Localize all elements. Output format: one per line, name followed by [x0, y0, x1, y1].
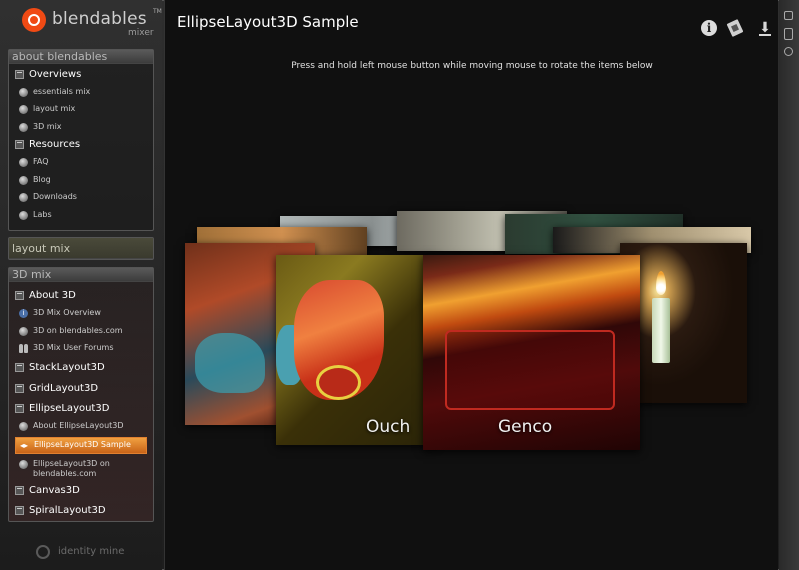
sidebar-item-stacklayout3d[interactable]: StackLayout3D [9, 360, 153, 377]
sidebar-item-label: EllipseLayout3D on [33, 459, 110, 468]
sidebar-item-ellipselayout3d[interactable]: EllipseLayout3D [9, 401, 153, 418]
sidebar-item-label: essentials mix [33, 86, 91, 96]
sidebar-item-about-3d[interactable]: About 3D [9, 288, 153, 305]
main-content: iday Ouch Genco EllipseLayout3D Sample i… [164, 0, 778, 570]
folder-icon [15, 140, 24, 150]
card-image-detail [195, 333, 265, 393]
globe-icon [19, 175, 28, 185]
about-panel: about blendables Overviews essentials mix… [8, 49, 154, 231]
sidebar-item-essentials-mix[interactable]: essentials mix [9, 85, 153, 102]
sidebar-item-label-line2: blendables.com [33, 469, 97, 478]
minimize-icon[interactable] [784, 11, 793, 20]
maximize-icon[interactable] [784, 28, 793, 40]
layout-mix-panel-header[interactable]: layout mix [9, 238, 153, 259]
candle-flame [656, 271, 666, 295]
folder-icon [15, 363, 24, 372]
carousel-card-ouch[interactable]: Ouch [276, 255, 436, 445]
globe-icon [19, 422, 28, 431]
logo-trademark: TM [153, 8, 162, 15]
globe-icon [19, 327, 28, 336]
footer-brand: identity mine [58, 546, 125, 557]
sidebar-item-label: layout mix [33, 104, 76, 114]
sidebar-item-3d-mix[interactable]: 3D mix [9, 120, 153, 137]
close-icon[interactable] [784, 47, 793, 56]
instruction-text: Press and hold left mouse button while m… [291, 61, 653, 71]
card-image-detail [316, 365, 361, 400]
about-panel-header[interactable]: about blendables [9, 50, 153, 64]
globe-icon [19, 105, 28, 115]
sidebar-item-label: 3D Mix Overview [33, 308, 101, 317]
sidebar-item-resources[interactable]: Resources [9, 137, 153, 154]
sidebar-item-labs[interactable]: Labs [9, 208, 153, 225]
carousel-card-genco[interactable]: Genco [423, 255, 640, 450]
info-icon: i [19, 309, 28, 318]
sidebar-item-label: FAQ [33, 157, 49, 166]
folder-icon [15, 70, 24, 79]
sidebar-item-label: Labs [33, 209, 52, 219]
sidebar-item-gridlayout3d[interactable]: GridLayout3D [9, 381, 153, 398]
sidebar-item-blog[interactable]: Blog [9, 173, 153, 190]
sidebar-item-label: GridLayout3D [29, 383, 99, 394]
sidebar-item-canvas3d[interactable]: Canvas3D [9, 483, 153, 500]
globe-icon [19, 460, 28, 469]
logo-text: blendables [52, 9, 147, 29]
globe-icon [19, 210, 28, 220]
sidebar-item-label: Blog [33, 174, 51, 184]
carousel-card-label: Ouch [366, 417, 411, 437]
logo-subtitle: mixer [128, 28, 154, 38]
carousel-card-label: Genco [498, 417, 553, 437]
info-button[interactable]: i [701, 20, 717, 36]
sidebar-item-ellipselayout3d-sample[interactable]: ◂▸ EllipseLayout3D Sample [15, 437, 147, 454]
layout-mix-panel: layout mix [8, 237, 154, 260]
candle [652, 298, 670, 363]
sidebar-item-label: 3D mix [33, 121, 62, 131]
globe-icon [19, 122, 28, 132]
sidebar-item-label: Downloads [33, 192, 77, 202]
neon-sign-image [445, 330, 615, 410]
sidebar-item-label: Resources [29, 139, 81, 151]
sidebar-item-faq[interactable]: FAQ [9, 155, 153, 172]
sidebar-item-label: SpiralLayout3D [29, 505, 106, 516]
folder-icon [15, 404, 24, 413]
identity-mine-logo-icon [36, 545, 50, 559]
sidebar-item-3d-mix-overview[interactable]: i 3D Mix Overview [9, 306, 153, 323]
sidebar-item-ellipselayout3d-on[interactable]: EllipseLayout3D on blendables.com [9, 457, 153, 483]
sidebar-item-label: 3D Mix User Forums [33, 343, 114, 352]
sidebar-item-label: About EllipseLayout3D [33, 421, 124, 430]
globe-icon [19, 158, 28, 167]
sidebar-item-label: EllipseLayout3D [29, 403, 110, 414]
folder-icon [15, 384, 24, 393]
sidebar-item-layout-mix[interactable]: layout mix [9, 102, 153, 119]
folder-icon [15, 486, 24, 495]
sidebar-item-3d-mix-user-forums[interactable]: 3D Mix User Forums [9, 341, 153, 358]
users-icon [19, 344, 28, 353]
folder-icon [15, 506, 24, 515]
sidebar-item-downloads[interactable]: Downloads [9, 190, 153, 207]
sidebar-item-label: Overviews [29, 69, 82, 80]
sidebar-item-label: StackLayout3D [29, 362, 105, 373]
download-button[interactable]: ⬇ [757, 20, 773, 36]
sidebar: blendables TM mixer about blendables Ove… [0, 0, 162, 570]
sidebar-item-label: About 3D [29, 290, 76, 301]
app-logo: blendables TM mixer [22, 6, 162, 42]
mix3d-panel: 3D mix About 3D i 3D Mix Overview 3D on ble… [8, 267, 154, 522]
globe-icon [19, 87, 28, 97]
sidebar-item-label: 3D on blendables.com [33, 326, 123, 335]
sidebar-item-label: Canvas3D [29, 485, 80, 496]
folder-icon [15, 291, 24, 300]
sidebar-item-about-ellipselayout3d[interactable]: About EllipseLayout3D [9, 419, 153, 436]
window-controls [779, 0, 799, 570]
arrows-icon: ◂▸ [20, 441, 29, 450]
sidebar-item-label: EllipseLayout3D Sample [34, 440, 131, 449]
sidebar-item-overviews[interactable]: Overviews [9, 67, 153, 84]
globe-icon [19, 193, 28, 203]
tools-icon[interactable] [727, 20, 743, 36]
ellipse-carousel[interactable]: iday Ouch Genco [165, 0, 779, 570]
page-title: EllipseLayout3D Sample [177, 13, 359, 31]
sidebar-item-3d-on-blendables-com[interactable]: 3D on blendables.com [9, 324, 153, 341]
blendables-logo-icon [22, 8, 46, 32]
mix3d-panel-header[interactable]: 3D mix [9, 268, 153, 282]
sidebar-item-spirallayout3d[interactable]: SpiralLayout3D [9, 503, 153, 520]
